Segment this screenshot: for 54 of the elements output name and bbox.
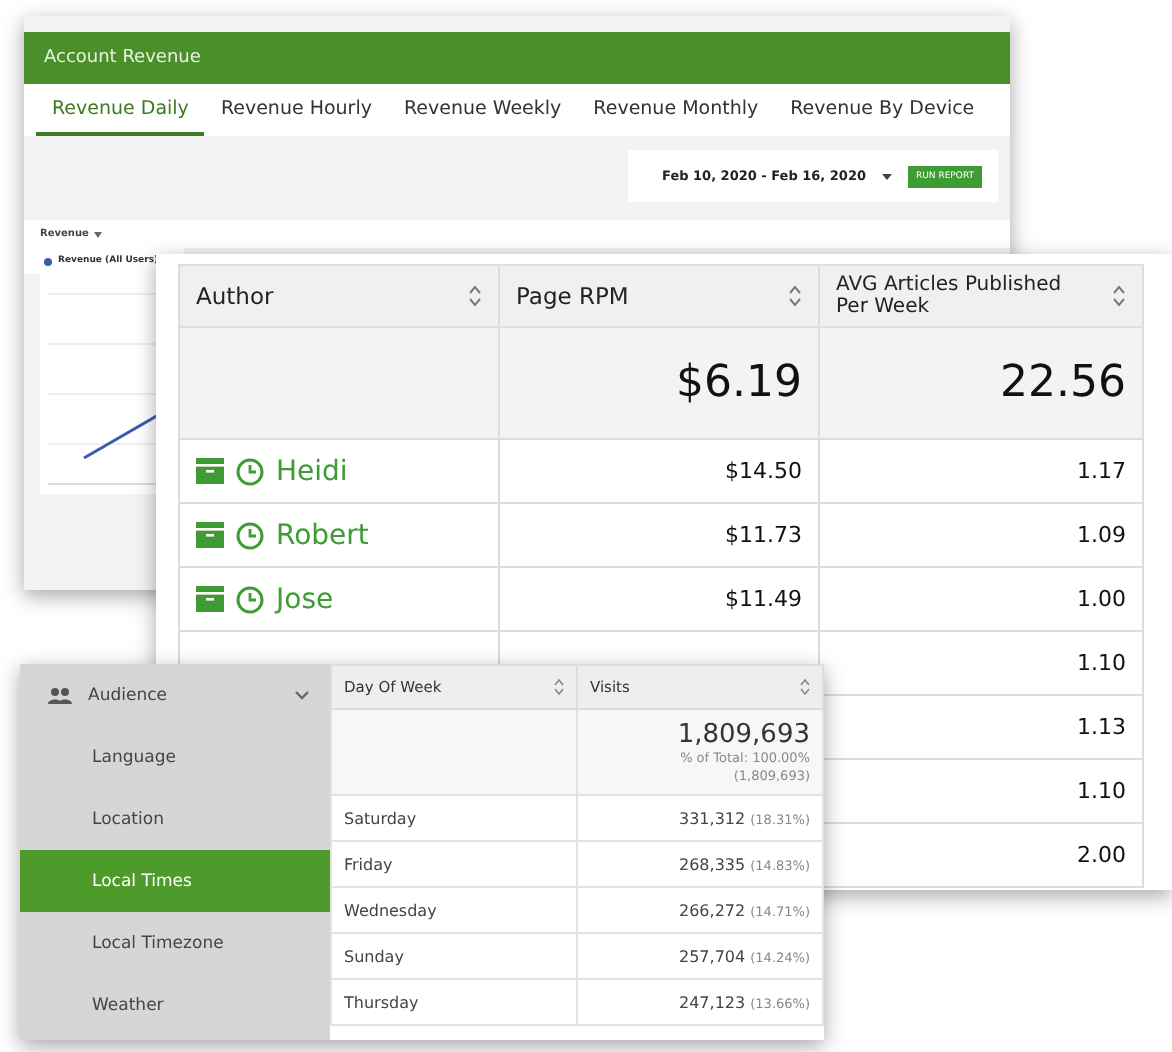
sidebar-item[interactable]: Location xyxy=(20,788,330,850)
people-icon xyxy=(48,687,72,703)
sort-icon[interactable] xyxy=(468,284,482,308)
table-cell: 247,123 xyxy=(679,993,746,1011)
tab[interactable]: Revenue Weekly xyxy=(387,84,578,136)
table-cell: 257,704 xyxy=(679,947,746,965)
window-title: Account Revenue xyxy=(44,48,201,68)
total-visits: 1,809,693 xyxy=(675,720,810,751)
table-cell: 1.10 xyxy=(1077,650,1126,676)
table-cell: 1.13 xyxy=(1077,714,1126,740)
column-header[interactable]: Page RPM xyxy=(499,265,819,327)
sidebar-item[interactable]: Language xyxy=(20,726,330,788)
table-cell: Saturday xyxy=(344,809,417,827)
sort-icon[interactable] xyxy=(1112,284,1126,308)
table-cell: $14.50 xyxy=(725,458,802,484)
caret-down-icon[interactable] xyxy=(882,173,892,179)
table-cell: Thursday xyxy=(344,993,419,1011)
sidebar-item[interactable]: Local Times xyxy=(20,850,330,912)
table-cell: 1.09 xyxy=(1077,522,1126,548)
total-cell: $6.19 xyxy=(499,327,819,439)
total-cell: 22.56 xyxy=(819,327,1143,439)
clock-icon[interactable] xyxy=(236,521,264,549)
table-cell: $11.49 xyxy=(725,586,802,612)
sort-icon[interactable] xyxy=(554,678,564,696)
sidebar-item[interactable]: Local Timezone xyxy=(20,912,330,974)
table-cell: 331,312 xyxy=(679,809,746,827)
legend-dot-icon xyxy=(44,257,52,265)
tab[interactable]: Revenue Daily xyxy=(36,84,205,136)
table-cell: Wednesday xyxy=(344,901,437,919)
archive-box-icon[interactable] xyxy=(196,586,224,612)
table-cell: Friday xyxy=(344,855,393,873)
sidebar-item[interactable]: Weather xyxy=(20,974,330,1036)
column-header[interactable]: Author xyxy=(179,265,499,327)
tab[interactable]: Revenue By Device xyxy=(774,84,991,136)
table-cell: 1.10 xyxy=(1077,778,1126,804)
table-cell: 1.17 xyxy=(1077,458,1126,484)
table-cell: $11.73 xyxy=(725,522,802,548)
table-cell: 2.00 xyxy=(1077,842,1126,868)
column-header[interactable]: AVG Articles Published Per Week xyxy=(819,265,1143,327)
clock-icon[interactable] xyxy=(236,585,264,613)
sort-icon[interactable] xyxy=(800,678,810,696)
clock-icon[interactable] xyxy=(236,457,264,485)
sidebar-item[interactable]: Audience xyxy=(20,664,330,726)
table-cell: 266,272 xyxy=(679,901,746,919)
archive-box-icon[interactable] xyxy=(196,522,224,548)
table-cell: 268,335 xyxy=(679,855,746,873)
sort-icon[interactable] xyxy=(788,284,802,308)
caret-down-icon[interactable] xyxy=(94,231,103,237)
archive-box-icon[interactable] xyxy=(196,458,224,484)
tab[interactable]: Revenue Hourly xyxy=(204,84,388,136)
chevron-down-icon xyxy=(294,690,310,700)
table-cell: Sunday xyxy=(344,947,404,965)
tab[interactable]: Revenue Monthly xyxy=(577,84,775,136)
table-cell: 1.00 xyxy=(1077,586,1126,612)
